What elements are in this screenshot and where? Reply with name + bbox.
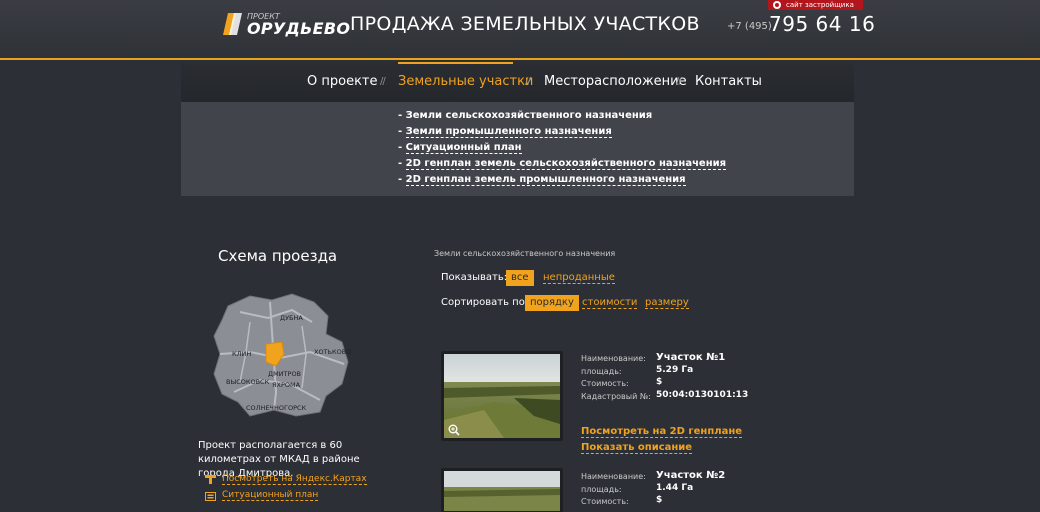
situation-plan-label: Ситуационный план bbox=[222, 490, 319, 501]
submenu-label: Ситуационный план bbox=[405, 142, 522, 154]
listing-photo-image bbox=[444, 471, 560, 511]
nav-active-indicator bbox=[398, 62, 513, 64]
logo-name: ОРУДЬЕВО bbox=[247, 19, 351, 38]
submenu-label: 2D генплан земель промышленного назначен… bbox=[405, 174, 686, 186]
map-label-dubna: ДУБНА bbox=[280, 314, 303, 322]
listing-name: Участок №2 bbox=[656, 470, 726, 481]
submenu-label: 2D генплан земель сельскохозяйственного … bbox=[405, 158, 727, 170]
show-description-label: Показать описание bbox=[581, 442, 693, 454]
listing-price: $ bbox=[656, 377, 663, 387]
map-label-vysokovsk: ВЫСОКОВСК bbox=[226, 378, 270, 386]
submenu-item-industrial[interactable]: - Земли промышленного назначения bbox=[398, 126, 612, 138]
phone-prefix: +7 (495) bbox=[727, 21, 772, 32]
listing-price: $ bbox=[656, 495, 663, 505]
listing-area-label: площадь: bbox=[581, 367, 622, 376]
sort-by-order-button[interactable]: порядку bbox=[525, 295, 579, 311]
listing-photo-image bbox=[444, 354, 560, 438]
submenu-label: Земли промышленного назначения bbox=[405, 126, 612, 138]
submenu-bullet: - bbox=[398, 126, 406, 137]
site-logo[interactable]: ПРОЕКТ ОРУДЬЕВО bbox=[222, 10, 350, 40]
map-label-yakhroma: ЯХРОМА bbox=[272, 381, 301, 389]
nav-item-about[interactable]: О проекте bbox=[307, 74, 378, 89]
map-label-solnechnogorsk: СОЛНЕЧНОГОРСК bbox=[246, 404, 307, 412]
listing-area: 5.29 Га bbox=[656, 365, 694, 375]
submenu-bullet: - bbox=[398, 110, 406, 121]
yandex-maps-link[interactable]: Посмотреть на Яндекс.Картах bbox=[222, 474, 367, 485]
listing-price-label: Стоимость: bbox=[581, 379, 629, 388]
situation-plan-link[interactable]: Ситуационный план bbox=[222, 490, 319, 501]
logo-mark-icon bbox=[223, 13, 242, 35]
sort-label: Сортировать по: bbox=[441, 297, 529, 308]
show-filter-label: Показывать: bbox=[441, 272, 508, 283]
show-unsold-button[interactable]: непроданные bbox=[543, 272, 615, 284]
breadcrumb: Земли сельскохозяйственного назначения bbox=[434, 249, 616, 258]
nav-pointer-arrow bbox=[448, 96, 460, 102]
submenu-item-2d-industrial[interactable]: - 2D генплан земель промышленного назнач… bbox=[398, 174, 686, 186]
yandex-maps-label: Посмотреть на Яндекс.Картах bbox=[222, 474, 367, 485]
developer-logo-icon bbox=[773, 1, 781, 9]
site-title: ПРОДАЖА ЗЕМЕЛЬНЫХ УЧАСТКОВ bbox=[350, 13, 700, 35]
sort-by-price-label: стоимости bbox=[582, 297, 638, 309]
route-map[interactable]: ДУБНА КЛИН ХОТЬКОВО ДМИТРОВ ВЫСОКОВСК ЯХ… bbox=[210, 292, 355, 420]
nav-separator: // bbox=[525, 76, 531, 87]
sort-by-size-button[interactable]: размеру bbox=[645, 297, 689, 309]
submenu-item-situation-plan[interactable]: - Ситуационный план bbox=[398, 142, 522, 154]
listing-area-label: площадь: bbox=[581, 485, 622, 494]
listing-photo-2[interactable] bbox=[441, 468, 563, 512]
nav-separator: // bbox=[380, 76, 386, 87]
phone-number: 795 64 16 bbox=[769, 12, 876, 36]
listing-area: 1.44 Га bbox=[656, 483, 694, 493]
submenu-bullet: - bbox=[398, 174, 406, 185]
submenu-bullet: - bbox=[398, 142, 406, 153]
show-unsold-label: непроданные bbox=[543, 272, 615, 284]
submenu-label: Земли сельскохозяйственного назначения bbox=[405, 110, 653, 121]
show-description-link[interactable]: Показать описание bbox=[581, 442, 693, 454]
nav-item-land-plots[interactable]: Земельные участки bbox=[398, 74, 533, 89]
nav-separator: // bbox=[676, 76, 682, 87]
map-label-klin: КЛИН bbox=[232, 350, 251, 358]
view-on-2d-plan-label: Посмотреть на 2D генплане bbox=[581, 426, 743, 438]
listing-name-label: Наименование: bbox=[581, 472, 646, 481]
listing-name: Участок №1 bbox=[656, 352, 726, 363]
developer-site-label: сайт застройщика bbox=[786, 1, 854, 9]
zoom-icon[interactable] bbox=[448, 424, 460, 436]
listing-cadastral-label: Кадастровый №: bbox=[581, 392, 651, 401]
plan-icon bbox=[205, 492, 216, 501]
listing-cadastral-number: 50:04:0130101:13 bbox=[656, 390, 749, 400]
listing-price-label: Стоимость: bbox=[581, 497, 629, 506]
site-header: ПРОЕКТ ОРУДЬЕВО ПРОДАЖА ЗЕМЕЛЬНЫХ УЧАСТК… bbox=[0, 0, 1040, 60]
show-all-button[interactable]: все bbox=[506, 270, 534, 286]
nav-item-location[interactable]: Месторасположение bbox=[544, 74, 687, 89]
submenu-bullet: - bbox=[398, 158, 406, 169]
route-scheme-title: Схема проезда bbox=[218, 247, 338, 265]
map-label-dmitrov: ДМИТРОВ bbox=[268, 370, 301, 378]
view-on-2d-plan-link[interactable]: Посмотреть на 2D генплане bbox=[581, 426, 743, 438]
sort-by-price-button[interactable]: стоимости bbox=[582, 297, 638, 309]
nav-item-contacts[interactable]: Контакты bbox=[695, 74, 762, 89]
main-nav: О проекте // Земельные участки // Местор… bbox=[181, 62, 854, 102]
submenu-item-agricultural[interactable]: - Земли сельскохозяйственного назначения bbox=[398, 110, 652, 121]
map-label-khotkovo: ХОТЬКОВО bbox=[314, 348, 351, 356]
map-marker-icon bbox=[205, 475, 216, 484]
developer-site-link[interactable]: сайт застройщика bbox=[768, 0, 863, 10]
sort-by-size-label: размеру bbox=[645, 297, 689, 309]
listing-name-label: Наименование: bbox=[581, 354, 646, 363]
submenu-item-2d-agricultural[interactable]: - 2D генплан земель сельскохозяйственног… bbox=[398, 158, 727, 170]
submenu-panel: - Земли сельскохозяйственного назначения… bbox=[181, 102, 854, 196]
